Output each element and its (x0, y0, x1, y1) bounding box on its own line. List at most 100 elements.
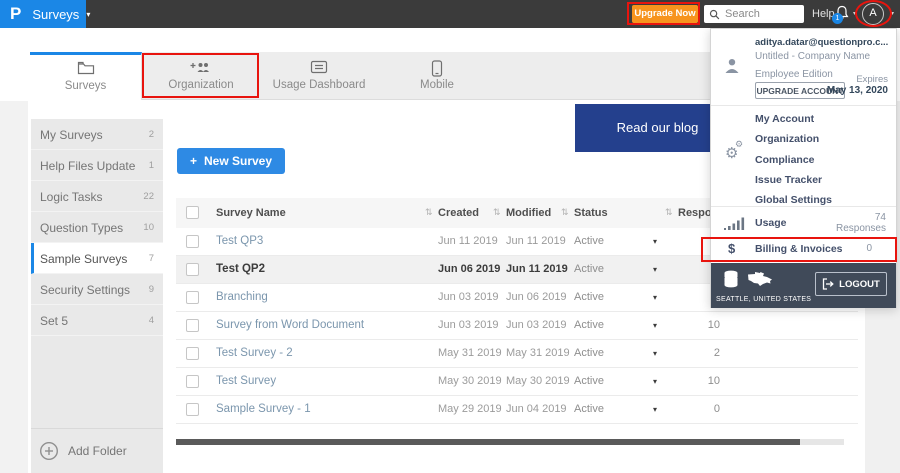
column-header-created[interactable]: Created (438, 198, 479, 228)
usage-value: 74 (874, 212, 886, 223)
status-dropdown-caret-icon[interactable]: ▾ (653, 284, 657, 311)
add-folder-button[interactable]: Add Folder (31, 428, 163, 473)
status-dropdown-caret-icon[interactable]: ▾ (653, 340, 657, 367)
modified-cell: Jun 03 2019 (506, 319, 567, 331)
status-dropdown-caret-icon[interactable]: ▾ (653, 312, 657, 339)
sidebar-item-sample-surveys[interactable]: Sample Surveys 7 (31, 243, 163, 274)
row-checkbox[interactable] (186, 291, 199, 304)
tab-label: Organization (168, 79, 234, 91)
menu-item-usage[interactable]: Usage (755, 217, 787, 229)
status-cell: Active (574, 375, 604, 387)
menu-item-organization[interactable]: Organization (755, 130, 819, 148)
billing-value: 0 (866, 243, 872, 254)
folder-icon (30, 61, 141, 77)
row-checkbox[interactable] (186, 375, 199, 388)
column-header-modified[interactable]: Modified (506, 198, 551, 228)
usage-unit: Responses (835, 223, 886, 234)
dashboard-icon (260, 60, 378, 76)
status-cell: Active (574, 403, 604, 415)
responses-cell: 10 (707, 375, 720, 387)
left-gutter (0, 101, 28, 473)
created-cell: Jun 03 2019 (438, 319, 499, 331)
sort-icon[interactable]: ⇅ (493, 198, 501, 228)
status-dropdown-caret-icon[interactable]: ▾ (653, 368, 657, 395)
notification-count-badge: 1 (832, 13, 843, 24)
tab-label: Mobile (420, 79, 454, 91)
modified-cell: May 30 2019 (506, 375, 570, 387)
column-header-status[interactable]: Status (574, 198, 608, 228)
expires-date: May 13, 2020 (826, 85, 888, 96)
responses-cell: 0 (713, 403, 720, 415)
search-input[interactable]: Search (704, 5, 804, 23)
account-dropdown-panel: aditya.datar@questionpro.c... Untitled -… (710, 28, 897, 308)
account-panel-footer: SEATTLE, UNITED STATES LOGOUT (711, 263, 896, 308)
upgrade-now-button[interactable]: Upgrade Now (632, 5, 698, 23)
created-cell: May 29 2019 (438, 403, 502, 415)
status-dropdown-caret-icon[interactable]: ▾ (653, 256, 657, 283)
expires-label: Expires (856, 74, 888, 85)
sort-icon[interactable]: ⇅ (425, 198, 433, 228)
tab-mobile[interactable]: Mobile (378, 52, 496, 100)
sidebar-item-set-5[interactable]: Set 5 4 (31, 305, 163, 336)
row-checkbox[interactable] (186, 235, 199, 248)
logout-label: LOGOUT (839, 278, 880, 290)
sidebar-item-label: Security Settings (40, 283, 131, 297)
datacenter-icon (723, 270, 739, 293)
status-dropdown-caret-icon[interactable]: ▾ (653, 228, 657, 255)
menu-item-issue-tracker[interactable]: Issue Tracker (755, 171, 822, 189)
chevron-down-icon[interactable]: ▾ (891, 10, 894, 17)
new-survey-button[interactable]: + New Survey (177, 148, 285, 174)
column-header-survey-name[interactable]: Survey Name (216, 198, 286, 228)
horizontal-scrollbar-thumb[interactable] (176, 439, 800, 445)
plus-icon: + (189, 154, 197, 168)
select-all-checkbox[interactable] (186, 206, 199, 219)
table-row: Test Survey - 2 May 31 2019 May 31 2019 … (176, 340, 858, 368)
logout-button[interactable]: LOGOUT (815, 272, 887, 296)
tab-organization[interactable]: Organization (142, 52, 260, 100)
survey-name-link[interactable]: Survey from Word Document (216, 312, 364, 339)
row-checkbox[interactable] (186, 403, 199, 416)
chevron-down-icon: ▾ (86, 9, 91, 19)
chevron-down-icon[interactable]: ▾ (853, 10, 856, 17)
menu-item-billing-invoices[interactable]: Billing & Invoices (755, 243, 843, 255)
responses-cell: 10 (707, 319, 720, 331)
modified-cell: Jun 11 2019 (506, 235, 566, 247)
modified-cell: Jun 04 2019 (506, 403, 567, 415)
survey-name-link[interactable]: Test QP3 (216, 228, 263, 255)
survey-name-link[interactable]: Test Survey (216, 368, 276, 395)
top-bar: P Surveys ▾ Upgrade Now Search Help 1 ▾ … (0, 0, 900, 28)
sidebar-item-logic-tasks[interactable]: Logic Tasks 22 (31, 181, 163, 212)
row-checkbox[interactable] (186, 347, 199, 360)
sidebar-item-my-surveys[interactable]: My Surveys 2 (31, 119, 163, 150)
sidebar-item-question-types[interactable]: Question Types 10 (31, 212, 163, 243)
tab-surveys[interactable]: Surveys (30, 52, 142, 100)
sidebar-item-help-files-update[interactable]: Help Files Update 1 (31, 150, 163, 181)
menu-item-my-account[interactable]: My Account (755, 110, 814, 128)
sidebar-item-label: My Surveys (40, 128, 103, 142)
created-cell: Jun 06 2019 (438, 263, 501, 275)
product-switcher[interactable]: P Surveys ▾ (0, 0, 90, 28)
tab-usage-dashboard[interactable]: Usage Dashboard (260, 52, 378, 100)
responses-cell: 2 (713, 347, 720, 359)
help-link[interactable]: Help (812, 0, 835, 28)
row-checkbox[interactable] (186, 319, 199, 332)
menu-item-compliance[interactable]: Compliance (755, 151, 815, 169)
horizontal-scrollbar-track[interactable] (176, 439, 844, 445)
sort-icon[interactable]: ⇅ (561, 198, 569, 228)
survey-name-link[interactable]: Test Survey - 2 (216, 340, 293, 367)
created-cell: Jun 11 2019 (438, 235, 498, 247)
new-survey-label: New Survey (203, 154, 273, 168)
sidebar-item-count: 2 (148, 129, 154, 140)
avatar[interactable]: A (862, 3, 884, 25)
row-checkbox[interactable] (186, 263, 199, 276)
sort-icon[interactable]: ⇅ (665, 198, 673, 228)
sidebar-item-security-settings[interactable]: Security Settings 9 (31, 274, 163, 305)
survey-name-link[interactable]: Sample Survey - 1 (216, 396, 311, 423)
status-cell: Active (574, 263, 604, 275)
sidebar-item-count: 9 (148, 284, 154, 295)
survey-name-link[interactable]: Test QP2 (216, 256, 265, 283)
sidebar-item-label: Logic Tasks (40, 190, 103, 204)
survey-name-link[interactable]: Branching (216, 284, 268, 311)
account-email: aditya.datar@questionpro.c... (755, 37, 889, 48)
status-dropdown-caret-icon[interactable]: ▾ (653, 396, 657, 423)
